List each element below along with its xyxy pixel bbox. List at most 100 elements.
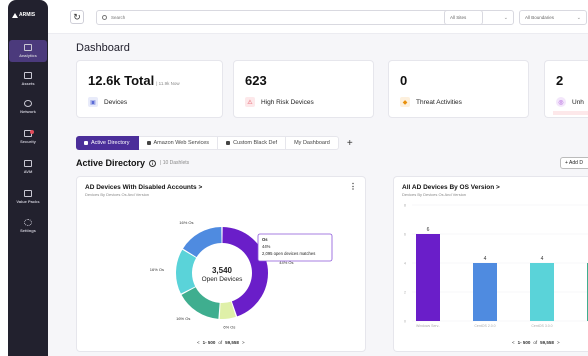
- y-tick-label: 2: [404, 291, 406, 295]
- stat-label: ⚠ High Risk Devices: [245, 97, 314, 107]
- search-icon: [102, 15, 107, 20]
- stat-label: ▣ Devices: [88, 97, 127, 107]
- stat-value: 12.6k Total | 11.9k Now: [88, 73, 180, 88]
- stat-number: 0: [400, 73, 408, 88]
- sidebar-item-label: Assets: [21, 81, 35, 86]
- stat-value: 623: [245, 73, 267, 88]
- stat-sub: | 11.9k Now: [156, 81, 180, 86]
- boundaries-dropdown[interactable]: All Boundaries ⌄: [519, 10, 587, 25]
- next-page-button[interactable]: >: [242, 340, 245, 345]
- logo-text: ARMIS: [19, 12, 36, 18]
- tab-active-directory[interactable]: Active Directory: [76, 136, 139, 150]
- armis-logo[interactable]: ARMIS: [12, 10, 44, 20]
- sidebar-item-label: Network: [20, 109, 36, 114]
- sidebar-item-settings[interactable]: Settings: [8, 219, 48, 233]
- y-tick-label: 8: [404, 204, 406, 208]
- pagination: < 1- 500 of 59,558 >: [512, 340, 560, 345]
- sidebar-item-value-packs[interactable]: Value Packs: [8, 190, 48, 204]
- next-page-button[interactable]: >: [557, 340, 560, 345]
- device-icon: ▣: [88, 97, 98, 107]
- tooltip-text: 2,095 open devices matches: [262, 251, 315, 256]
- analytics-icon: [24, 44, 32, 51]
- stat-value: 0: [400, 73, 407, 88]
- dashlet-ad-disabled-accounts: AD Devices With Disabled Accounts > Devi…: [76, 176, 366, 352]
- tooltip-text: Os: [262, 237, 268, 242]
- bar[interactable]: [473, 263, 497, 321]
- chart-tooltip: Os 44% 2,095 open devices matches: [257, 233, 333, 262]
- chevron-down-icon: ⌄: [576, 14, 581, 21]
- donut-slice[interactable]: [181, 287, 220, 319]
- stat-card-high-risk[interactable]: 623 ⚠ High Risk Devices: [233, 60, 374, 118]
- kebab-menu-icon[interactable]: ⋮: [349, 182, 357, 191]
- history-button[interactable]: ↻: [70, 10, 84, 24]
- stat-label: ◆ Threat Activities: [400, 97, 462, 107]
- bar[interactable]: [530, 263, 554, 321]
- search-box[interactable]: [96, 10, 483, 25]
- top-bar: ↻ All Sites ⌄ All Boundaries ⌄: [48, 0, 588, 34]
- stat-number: 623: [245, 73, 267, 88]
- tab-my-dashboard[interactable]: My Dashboard: [286, 136, 339, 150]
- donut-slice[interactable]: [176, 249, 197, 294]
- alert-dot-icon: [30, 130, 34, 134]
- add-tab-button[interactable]: +: [347, 138, 353, 149]
- prev-page-button[interactable]: <: [197, 340, 200, 345]
- add-dashlet-button[interactable]: + Add D: [560, 157, 588, 169]
- chevron-down-icon: ⌄: [503, 14, 508, 21]
- threat-icon: ◆: [400, 97, 410, 107]
- warning-icon: ⚠: [245, 97, 255, 107]
- dashlet-title[interactable]: AD Devices With Disabled Accounts >: [85, 184, 202, 191]
- sidebar-item-network[interactable]: Network: [8, 100, 48, 114]
- slice-label: 16% Os: [150, 267, 164, 272]
- page-total: 59,558: [540, 340, 554, 345]
- section-title: Active Directory i | 10 Dashlets: [76, 158, 189, 168]
- settings-icon: [24, 219, 32, 226]
- search-input[interactable]: [111, 15, 411, 20]
- sites-dropdown[interactable]: All Sites ⌄: [444, 10, 514, 25]
- lock-icon: [84, 141, 88, 145]
- armis-logo-icon: [12, 12, 18, 18]
- bar-value-label: 6: [427, 227, 430, 233]
- bar[interactable]: [416, 234, 440, 321]
- stat-number: 2: [556, 73, 564, 88]
- sidebar-item-analytics[interactable]: Analytics: [9, 40, 47, 62]
- stat-label: ◎ Unh: [556, 97, 584, 107]
- sidebar-item-label: AVM: [23, 169, 33, 174]
- donut-slice[interactable]: [183, 227, 222, 258]
- stat-card-devices[interactable]: 12.6k Total | 11.9k Now ▣ Devices: [76, 60, 223, 118]
- tab-label: Amazon Web Services: [153, 140, 210, 146]
- stat-card-threats[interactable]: 0 ◆ Threat Activities: [388, 60, 529, 118]
- info-icon[interactable]: i: [149, 159, 157, 167]
- section-subtitle: | 10 Dashlets: [160, 160, 190, 166]
- sidebar-item-avm[interactable]: AVM: [8, 160, 48, 174]
- donut-center-value: 3,540: [212, 266, 233, 275]
- bar-chart: 8 6 4 2 0 6 Windows Serv.. 4 CentOS 2.0.0 4 CentOS…: [404, 204, 588, 328]
- sidebar-item-label: Analytics: [19, 53, 37, 58]
- page-total: 59,558: [225, 340, 239, 345]
- stat-card-unhealthy[interactable]: 2 ◎ Unh: [544, 60, 588, 118]
- assets-icon: [24, 72, 32, 79]
- sidebar: ARMIS Analytics Assets Network Security …: [8, 0, 48, 356]
- stat-label-text: Unh: [572, 98, 584, 106]
- page-range: 1- 500: [517, 340, 531, 345]
- section-title-text: Active Directory: [76, 158, 146, 168]
- page-of: of: [533, 340, 538, 345]
- bell-icon: ◎: [556, 97, 566, 107]
- sidebar-item-label: Security: [20, 139, 36, 144]
- dashlet-title[interactable]: All AD Devices By OS Version >: [402, 184, 500, 191]
- y-tick-label: 4: [404, 262, 406, 266]
- dashboard-tabs: Active Directory Amazon Web Services Cus…: [76, 136, 353, 150]
- sidebar-item-security[interactable]: Security: [8, 130, 48, 144]
- x-category-label: CentOS 3.0.0: [531, 324, 552, 328]
- page-title: Dashboard: [76, 42, 130, 54]
- tab-amazon-web-services[interactable]: Amazon Web Services: [138, 136, 219, 150]
- tab-custom-black-def[interactable]: Custom Black Def: [218, 136, 287, 150]
- sidebar-item-label: Settings: [20, 228, 36, 233]
- stat-label-text: Threat Activities: [416, 98, 462, 106]
- prev-page-button[interactable]: <: [512, 340, 515, 345]
- tooltip-text: 44%: [262, 244, 271, 249]
- stat-label-text: Devices: [104, 98, 128, 106]
- tab-label: Active Directory: [91, 140, 130, 146]
- dashlet-subtitle: Devices By Devices Os And Version: [402, 192, 467, 197]
- history-icon: ↻: [73, 12, 81, 22]
- sidebar-item-assets[interactable]: Assets: [8, 72, 48, 86]
